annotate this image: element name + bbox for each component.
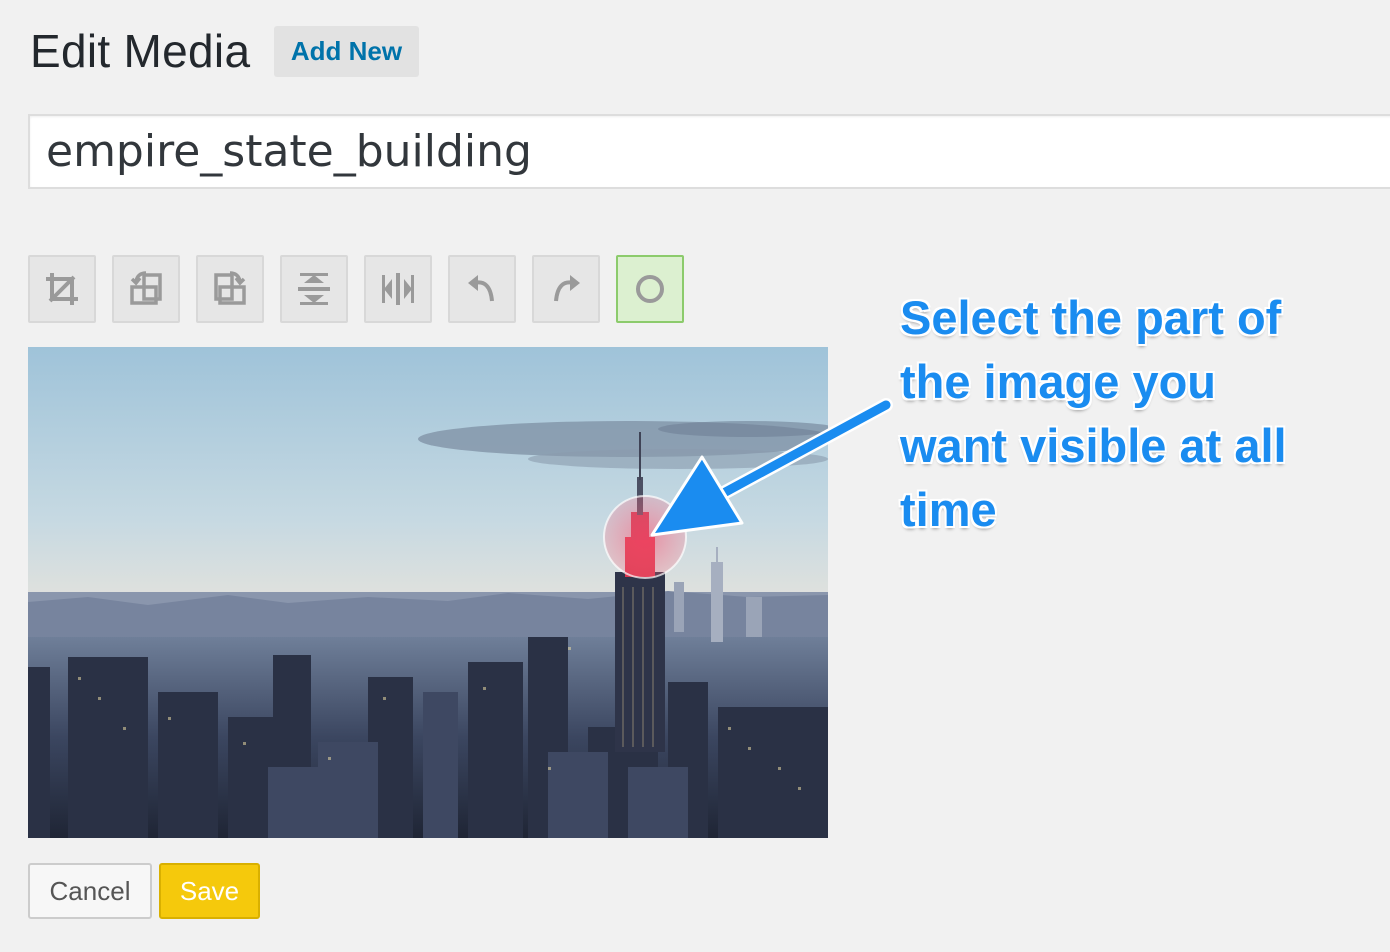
undo-icon [468,275,494,302]
edit-media-page: Edit Media Add New empire_state_building… [0,0,1390,952]
annotation-line: the image you [900,355,1217,408]
redo-button[interactable] [532,255,600,323]
rotate-right-button[interactable] [196,255,264,323]
focal-point-button[interactable] [616,255,684,323]
undo-button[interactable] [448,255,516,323]
add-new-button[interactable]: Add New [274,26,419,77]
rotate-right-icon [214,271,246,305]
annotation-line: Select the part of [900,291,1282,344]
annotation-line: want visible at all [900,419,1287,472]
rotate-left-button[interactable] [112,255,180,323]
annotation-arrow-icon [650,398,893,537]
page-title: Edit Media [30,25,251,77]
focal-point-icon [636,275,664,303]
flip-horizontal-icon [382,273,414,305]
save-button[interactable]: Save [159,863,260,919]
flip-vertical-button[interactable] [280,255,348,323]
annotation-line: time [900,483,997,536]
crop-button[interactable] [28,255,96,323]
media-title-input[interactable] [28,114,1390,189]
redo-icon [554,275,580,302]
rotate-left-icon [130,271,162,305]
crop-icon [46,273,78,305]
flip-horizontal-button[interactable] [364,255,432,323]
flip-vertical-icon [298,273,330,305]
annotation-text: Select the part of the image you want vi… [900,286,1320,542]
cancel-button[interactable]: Cancel [28,863,152,919]
